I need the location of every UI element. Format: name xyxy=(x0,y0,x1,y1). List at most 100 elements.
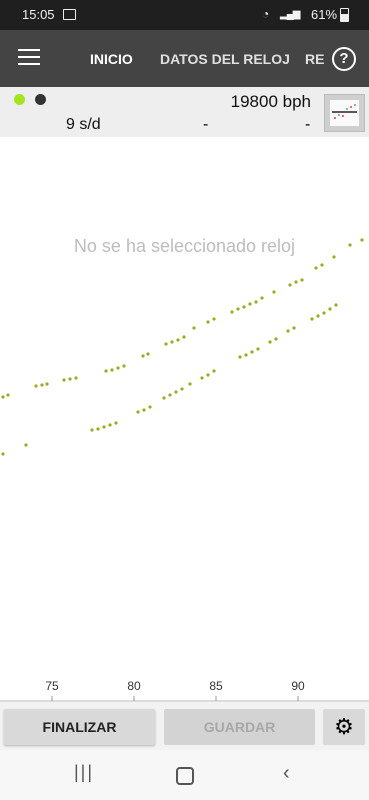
beat-point xyxy=(256,347,260,351)
beat-point xyxy=(300,278,304,282)
beat-point xyxy=(212,369,216,373)
tab-re[interactable]: RE xyxy=(305,51,324,67)
guardar-button[interactable]: GUARDAR xyxy=(164,709,315,745)
beat-point xyxy=(230,310,234,314)
beat-point xyxy=(268,340,272,344)
beat-point xyxy=(24,443,28,447)
beat-point xyxy=(168,393,172,397)
tab-inicio[interactable]: INICIO xyxy=(90,51,133,67)
beat-point xyxy=(170,340,174,344)
beat-point xyxy=(244,353,248,357)
beat-point xyxy=(248,302,252,306)
status-indicator-dark xyxy=(35,94,46,105)
beat-point xyxy=(274,337,278,341)
wifi-icon: ◔ xyxy=(262,7,270,21)
beat-point xyxy=(250,350,254,354)
help-circle-icon[interactable]: ? xyxy=(332,47,356,71)
rate-value: 9 s/d xyxy=(66,116,101,133)
beat-point xyxy=(322,311,326,315)
beat-point xyxy=(260,296,264,300)
x-tick-80: 80 xyxy=(127,679,141,693)
beat-point xyxy=(62,378,66,382)
beat-point xyxy=(314,266,318,270)
beat-point xyxy=(272,290,276,294)
signal-icon: ▂▄▆ xyxy=(280,9,300,20)
beat-point xyxy=(242,305,246,309)
recent-apps-icon[interactable]: ||| xyxy=(74,762,94,783)
bph-value: 19800 bph xyxy=(230,92,311,111)
x-tick-85: 85 xyxy=(209,679,223,693)
beat-point xyxy=(174,390,178,394)
beat-point xyxy=(96,427,100,431)
beat-point xyxy=(292,326,296,330)
battery-icon xyxy=(340,8,349,22)
beat-point xyxy=(74,376,78,380)
beat-point xyxy=(162,396,166,400)
battery-percent: 61% xyxy=(311,7,338,22)
beat-point xyxy=(68,377,72,381)
beat-point xyxy=(142,408,146,412)
beat-point xyxy=(188,382,192,386)
beat-point xyxy=(114,421,118,425)
beat-point xyxy=(164,342,168,346)
beat-point xyxy=(236,307,240,311)
beat-error-value: - xyxy=(305,116,311,133)
beat-point xyxy=(102,425,106,429)
beat-point xyxy=(110,368,114,372)
beat-point xyxy=(90,428,94,432)
beat-point xyxy=(206,373,210,377)
beat-point xyxy=(1,452,5,456)
beat-point xyxy=(146,352,150,356)
tab-datos-del-reloj[interactable]: DATOS DEL RELOJ xyxy=(160,51,290,67)
graph-thumbnail-button[interactable] xyxy=(324,94,365,132)
beat-point xyxy=(40,383,44,387)
beat-point xyxy=(286,329,290,333)
beat-point xyxy=(136,410,140,414)
beat-point xyxy=(182,335,186,339)
amplitude-value: - xyxy=(203,116,209,133)
status-bar: 15:05 ◔ ▂▄▆ 61% xyxy=(0,0,369,30)
beat-point xyxy=(212,317,216,321)
timegraph-plot: 75 80 85 90 xyxy=(0,238,369,702)
beat-points xyxy=(1,238,364,456)
beat-point xyxy=(294,280,298,284)
gear-icon[interactable]: ⚙ xyxy=(323,709,365,745)
x-tick-75: 75 xyxy=(45,679,59,693)
no-watch-selected-message: No se ha seleccionado reloj xyxy=(73,236,296,256)
info-bar: 19800 bph 9 s/d - - xyxy=(0,87,369,137)
beat-point xyxy=(328,307,332,311)
beat-point xyxy=(192,326,196,330)
beat-point xyxy=(116,366,120,370)
beat-point xyxy=(320,263,324,267)
beat-point xyxy=(238,355,242,359)
beat-point xyxy=(108,423,112,427)
beat-point xyxy=(316,314,320,318)
back-icon[interactable]: ‹ xyxy=(283,762,290,785)
x-tick-90: 90 xyxy=(291,679,305,693)
beat-point xyxy=(6,393,10,397)
status-time: 15:05 xyxy=(22,7,55,22)
image-notification-icon xyxy=(63,9,76,20)
beat-point xyxy=(34,384,38,388)
beat-point xyxy=(176,338,180,342)
home-icon[interactable] xyxy=(176,767,194,785)
x-axis-ticks: 75 80 85 90 xyxy=(45,679,305,701)
beat-point xyxy=(1,395,5,399)
hamburger-menu-icon[interactable] xyxy=(18,49,40,67)
finalizar-button[interactable]: FINALIZAR xyxy=(4,709,155,745)
beat-point xyxy=(141,354,145,358)
timegraph-area: 75 80 85 90 xyxy=(0,137,369,702)
beat-point xyxy=(206,320,210,324)
beat-point xyxy=(200,376,204,380)
beat-point xyxy=(122,364,126,368)
beat-point xyxy=(180,387,184,391)
beat-point xyxy=(254,300,258,304)
beat-point xyxy=(310,317,314,321)
beat-point xyxy=(334,303,338,307)
beat-point xyxy=(148,405,152,409)
system-navigation-bar: ||| ‹ xyxy=(0,750,369,800)
beat-point xyxy=(104,369,108,373)
action-bar: FINALIZAR GUARDAR ⚙ xyxy=(0,702,369,750)
app-toolbar: INICIO DATOS DEL RELOJ RE ? xyxy=(0,30,369,87)
status-indicator-green xyxy=(14,94,25,105)
